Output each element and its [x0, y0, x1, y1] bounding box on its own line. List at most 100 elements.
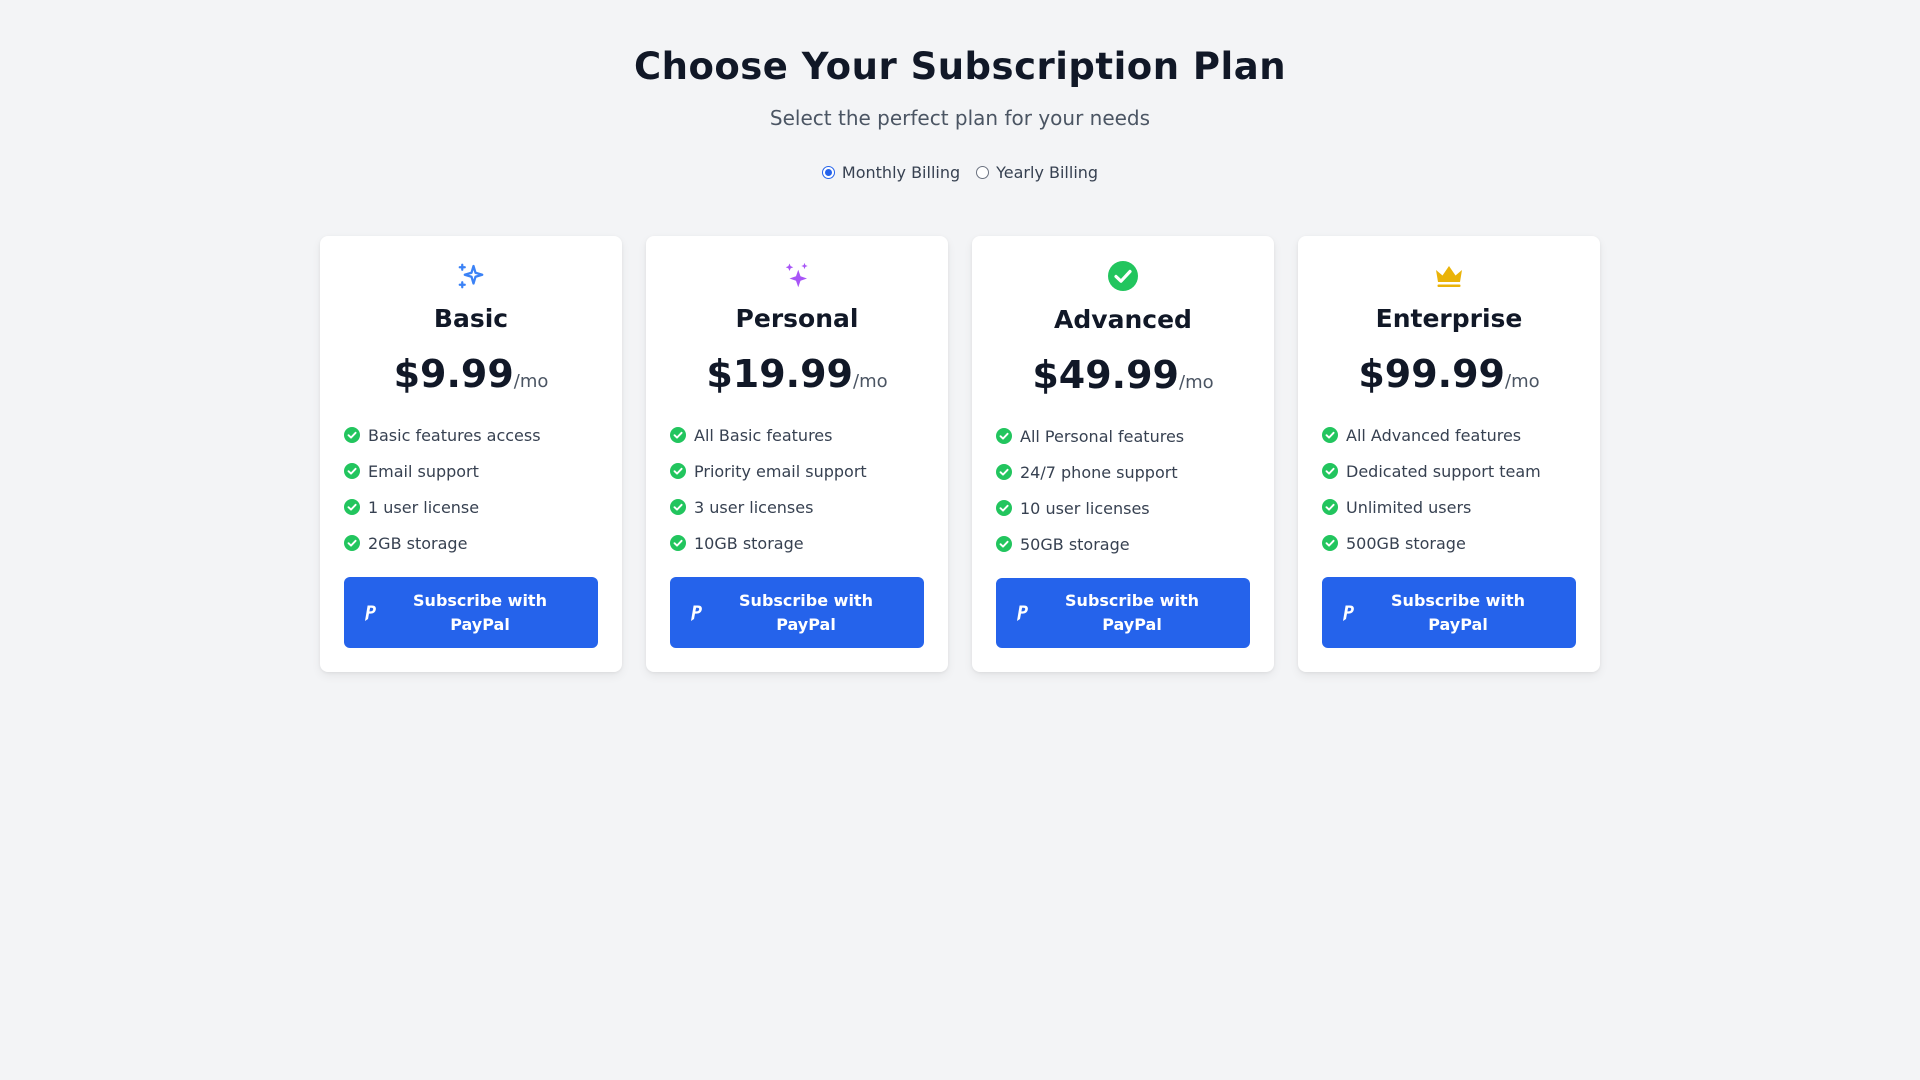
feature-item: 24/7 phone support: [996, 454, 1250, 490]
billing-option-monthly[interactable]: Monthly Billing: [821, 163, 961, 182]
paypal-icon: [1343, 605, 1354, 621]
plan-price: $19.99: [706, 352, 853, 397]
crown-icon: [1433, 260, 1465, 291]
page-subtitle: Select the perfect plan for your needs: [769, 106, 1151, 130]
check-circle-icon: [1322, 463, 1338, 480]
price-row: $19.99 /mo: [706, 352, 887, 396]
feature-item: Dedicated support team: [1322, 453, 1576, 489]
feature-text: Dedicated support team: [1346, 461, 1541, 481]
plan-period: /mo: [1505, 371, 1540, 393]
plan-card-advanced: Advanced $49.99 /mo All Personal feature…: [972, 236, 1274, 672]
feature-item: 50GB storage: [996, 526, 1250, 562]
feature-text: All Basic features: [694, 425, 833, 445]
subscribe-paypal-button[interactable]: Subscribe with PayPal: [1322, 577, 1576, 648]
check-circle-icon: [996, 428, 1012, 444]
check-circle-icon: [344, 463, 360, 480]
subscribe-button-label: Subscribe with PayPal: [1065, 591, 1199, 634]
plan-name: Enterprise: [1375, 304, 1523, 334]
billing-toggle: Monthly Billing Yearly Billing: [0, 163, 1920, 182]
feature-item: 3 user licenses: [670, 489, 924, 525]
check-circle-icon: [344, 427, 360, 444]
paypal-icon: [691, 605, 702, 621]
feature-item: All Personal features: [996, 418, 1250, 454]
plan-card-enterprise: Enterprise $99.99 /mo All Advanced featu…: [1298, 236, 1600, 672]
feature-text: 3 user licenses: [694, 497, 814, 517]
feature-item: Email support: [344, 453, 598, 489]
subscribe-paypal-button[interactable]: Subscribe with PayPal: [670, 577, 924, 648]
pricing-page: Choose Your Subscription Plan Select the…: [0, 0, 1920, 1080]
feature-text: 500GB storage: [1346, 533, 1466, 553]
page-header: Choose Your Subscription Plan Select the…: [0, 0, 1920, 182]
paypal-icon: [1017, 605, 1028, 621]
check-circle-icon: [996, 536, 1012, 552]
check-circle-icon: [670, 499, 686, 516]
feature-text: Priority email support: [694, 461, 867, 481]
plan-price: $9.99: [393, 352, 514, 397]
feature-text: All Personal features: [1020, 426, 1185, 446]
yearly-radio[interactable]: [976, 166, 990, 179]
check-circle-icon: [996, 500, 1012, 516]
subscribe-paypal-button[interactable]: Subscribe with PayPal: [996, 578, 1250, 648]
feature-item: Unlimited users: [1322, 489, 1576, 525]
monthly-radio[interactable]: [821, 166, 835, 179]
feature-list: All Personal features 24/7 phone support…: [996, 418, 1250, 562]
feature-text: 2GB storage: [368, 533, 468, 553]
feature-text: Basic features access: [368, 425, 541, 445]
plan-period: /mo: [513, 371, 549, 393]
subscribe-paypal-button[interactable]: Subscribe with PayPal: [344, 577, 598, 648]
price-row: $9.99 /mo: [394, 352, 549, 396]
page-title: Choose Your Subscription Plan: [633, 45, 1287, 88]
feature-list: All Basic features Priority email suppor…: [670, 417, 924, 561]
subscribe-button-label: Subscribe with PayPal: [1391, 590, 1525, 634]
feature-item: 10GB storage: [670, 525, 924, 561]
check-circle-icon: [1322, 427, 1338, 444]
feature-item: 10 user licenses: [996, 490, 1250, 526]
check-circle-icon: [1322, 535, 1338, 552]
check-circle-icon: [344, 499, 360, 516]
billing-option-yearly[interactable]: Yearly Billing: [976, 163, 1098, 182]
feature-list: Basic features access Email support 1 us…: [344, 417, 598, 561]
plan-card-personal: Personal $19.99 /mo All Basic features P…: [646, 236, 948, 672]
feature-item: Priority email support: [670, 453, 924, 489]
feature-item: All Basic features: [670, 417, 924, 453]
check-circle-icon: [670, 535, 686, 552]
plan-card-basic: Basic $9.99 /mo Basic features access Em…: [320, 236, 622, 672]
plans-grid: Basic $9.99 /mo Basic features access Em…: [320, 236, 1600, 672]
plan-period: /mo: [853, 371, 888, 393]
sparkles-outline-icon: [455, 260, 487, 291]
feature-text: 10 user licenses: [1020, 498, 1150, 518]
feature-text: 1 user license: [368, 497, 480, 517]
paypal-icon: [365, 605, 376, 621]
check-circle-icon: [344, 535, 360, 552]
billing-option-label: Yearly Billing: [996, 163, 1099, 182]
check-circle-icon: [996, 464, 1012, 480]
subscribe-button-label: Subscribe with PayPal: [413, 590, 547, 634]
billing-option-label: Monthly Billing: [841, 163, 961, 182]
check-circle-icon: [1107, 260, 1139, 292]
sparkles-icon: [781, 260, 813, 291]
plan-price: $49.99: [1032, 353, 1179, 397]
feature-text: Email support: [368, 461, 479, 481]
subscribe-button-label: Subscribe with PayPal: [739, 590, 873, 634]
feature-text: 24/7 phone support: [1020, 462, 1178, 482]
plan-name: Personal: [735, 304, 859, 334]
feature-text: 10GB storage: [694, 533, 804, 553]
price-row: $49.99 /mo: [1032, 353, 1213, 397]
price-row: $99.99 /mo: [1358, 352, 1539, 396]
feature-item: All Advanced features: [1322, 417, 1576, 453]
check-circle-icon: [670, 463, 686, 480]
plan-name: Advanced: [1054, 305, 1192, 334]
feature-item: Basic features access: [344, 417, 598, 453]
feature-text: All Advanced features: [1346, 425, 1522, 445]
feature-list: All Advanced features Dedicated support …: [1322, 417, 1576, 561]
feature-item: 2GB storage: [344, 525, 598, 561]
feature-item: 500GB storage: [1322, 525, 1576, 561]
feature-item: 1 user license: [344, 489, 598, 525]
check-circle-icon: [1322, 499, 1338, 516]
plan-price: $99.99: [1358, 352, 1505, 397]
check-circle-icon: [670, 427, 686, 444]
plan-name: Basic: [433, 304, 509, 334]
feature-text: Unlimited users: [1346, 497, 1472, 517]
feature-text: 50GB storage: [1020, 534, 1130, 554]
plan-period: /mo: [1179, 372, 1214, 393]
